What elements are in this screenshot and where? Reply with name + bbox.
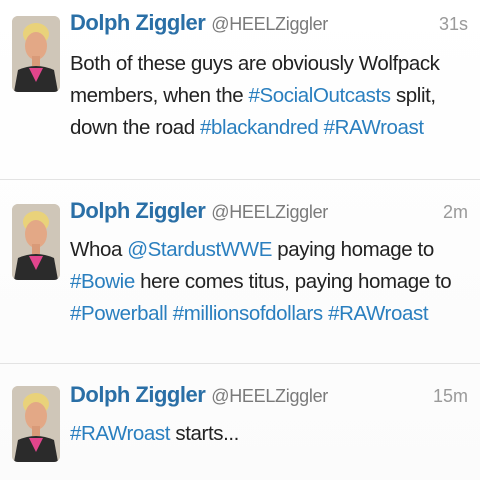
tweet-item[interactable]: Dolph Ziggler @HEELZiggler 15m #RAWroast… [0, 364, 480, 480]
hashtag-link[interactable]: #Powerball [70, 302, 168, 325]
author-name[interactable]: Dolph Ziggler [70, 10, 206, 36]
tweet-text-segment: paying homage to [271, 238, 434, 261]
hashtag-link[interactable]: #blackandred [200, 116, 319, 139]
mention-link[interactable]: @StardustWWE [127, 238, 272, 261]
tweet-header: Dolph Ziggler @HEELZiggler 2m [70, 198, 468, 230]
tweet-item[interactable]: Dolph Ziggler @HEELZiggler 2m Whoa @Star… [0, 180, 480, 364]
tweet-timeline: Dolph Ziggler @HEELZiggler 31s Both of t… [0, 0, 480, 480]
user-avatar-photo-icon [12, 204, 60, 280]
hashtag-link[interactable]: #millionsofdollars [173, 302, 323, 325]
author-name[interactable]: Dolph Ziggler [70, 382, 206, 408]
avatar[interactable] [12, 386, 60, 462]
tweet-text: Whoa @StardustWWE paying homage to #Bowi… [70, 234, 470, 330]
author-handle[interactable]: @HEELZiggler [211, 14, 328, 35]
tweet-text: Both of these guys are obviously Wolfpac… [70, 48, 470, 144]
hashtag-link[interactable]: #RAWroast [70, 422, 170, 445]
avatar[interactable] [12, 16, 60, 92]
tweet-text-segment: starts... [170, 422, 239, 445]
user-avatar-photo-icon [12, 386, 60, 462]
avatar[interactable] [12, 204, 60, 280]
tweet-item[interactable]: Dolph Ziggler @HEELZiggler 31s Both of t… [0, 0, 480, 180]
tweet-text-segment: here comes titus, paying homage to [134, 270, 452, 293]
tweet-text-segment: Whoa [70, 238, 128, 261]
timestamp[interactable]: 2m [443, 202, 468, 223]
hashtag-link[interactable]: #Bowie [70, 270, 135, 293]
tweet-text: #RAWroast starts... [70, 418, 470, 450]
hashtag-link[interactable]: #SocialOutcasts [249, 84, 392, 107]
timestamp[interactable]: 31s [439, 14, 468, 35]
hashtag-link[interactable]: #RAWroast [324, 116, 424, 139]
tweet-header: Dolph Ziggler @HEELZiggler 31s [70, 10, 468, 42]
author-handle[interactable]: @HEELZiggler [211, 202, 328, 223]
author-name[interactable]: Dolph Ziggler [70, 198, 206, 224]
timestamp[interactable]: 15m [433, 386, 468, 407]
author-handle[interactable]: @HEELZiggler [211, 386, 328, 407]
tweet-header: Dolph Ziggler @HEELZiggler 15m [70, 382, 468, 414]
user-avatar-photo-icon [12, 16, 60, 92]
hashtag-link[interactable]: #RAWroast [328, 302, 428, 325]
